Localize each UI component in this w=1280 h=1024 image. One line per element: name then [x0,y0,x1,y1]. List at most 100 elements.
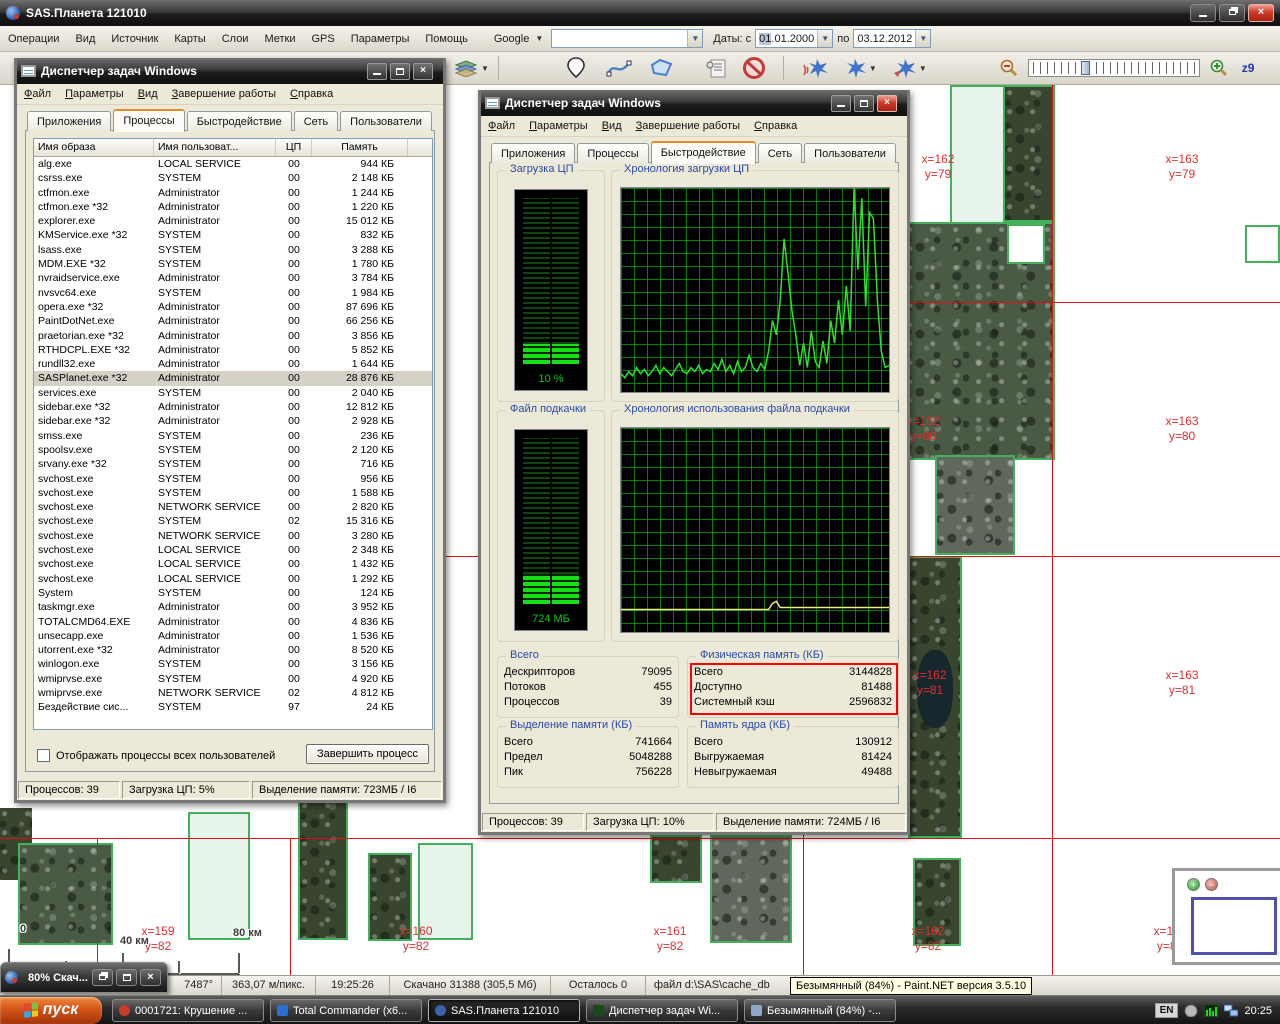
process-row[interactable]: TOTALCMD64.EXEAdministrator004 836 КБ [34,615,432,629]
menu-item-операции[interactable]: Операции [0,29,67,49]
process-row[interactable]: svchost.exeSYSTEM00956 КБ [34,472,432,486]
window-titlebar[interactable]: Диспетчер задач Windows × [17,58,443,84]
maximize-button[interactable] [116,969,137,986]
taskbar-button[interactable]: Total Commander (x6... [270,999,422,1022]
process-row[interactable]: wmiprvse.exeSYSTEM004 920 КБ [34,672,432,686]
tab-сеть[interactable]: Сеть [294,111,338,131]
search-engine-label[interactable]: Google [494,33,529,45]
tab-процессы[interactable]: Процессы [577,143,648,163]
taskbar-button[interactable]: SAS.Планета 121010 [428,999,580,1022]
zoom-out-button[interactable] [996,55,1022,81]
download-progress-window[interactable]: 80% Скач... × [0,962,168,993]
process-row[interactable]: KMService.exe *32SYSTEM00832 КБ [34,228,432,242]
menu-item-параметры[interactable]: Параметры [522,117,595,135]
gps-connect-button[interactable] [800,55,832,81]
menu-item-вид[interactable]: Вид [595,117,629,135]
chevron-down-icon[interactable]: ▼ [869,64,877,73]
menu-item-справка[interactable]: Справка [747,117,804,135]
zoom-slider[interactable] [1028,59,1200,77]
process-row[interactable]: nvsvc64.exeSYSTEM001 984 КБ [34,286,432,300]
volume-tray-icon[interactable] [1184,1004,1198,1017]
maximize-button[interactable] [854,95,874,112]
tab-процессы[interactable]: Процессы [113,109,184,132]
process-row[interactable]: sidebar.exe *32Administrator002 928 КБ [34,414,432,428]
process-row[interactable]: services.exeSYSTEM002 040 КБ [34,386,432,400]
menu-item-источник[interactable]: Источник [103,29,166,49]
route-button[interactable] [603,55,635,81]
tab-пользователи[interactable]: Пользователи [340,111,432,131]
overview-minimap[interactable]: + − [1172,868,1280,965]
process-row[interactable]: explorer.exeAdministrator0015 012 КБ [34,214,432,228]
process-row[interactable]: nvraidservice.exeAdministrator003 784 КБ [34,271,432,285]
date-from-dropdown-icon[interactable]: ▼ [817,30,832,47]
gps-track-button[interactable]: ▼ [840,55,880,81]
close-button[interactable]: × [140,969,161,986]
restore-button[interactable] [1219,4,1245,22]
process-row[interactable]: praetorian.exe *32Administrator003 856 К… [34,329,432,343]
taskbar-button[interactable]: 0001721: Крушение ... [112,999,264,1022]
process-row[interactable]: rundll32.exeAdministrator001 644 КБ [34,357,432,371]
cpu-meter-tray-icon[interactable] [1204,1004,1218,1017]
minimize-button[interactable] [367,63,387,80]
minimap-zoom-out-button[interactable]: − [1205,878,1218,891]
language-indicator[interactable]: EN [1155,1003,1179,1018]
menu-item-вид[interactable]: Вид [131,85,165,103]
process-row[interactable]: RTHDCPL.EXE *32Administrator005 852 КБ [34,343,432,357]
chevron-down-icon[interactable]: ▼ [481,64,489,73]
minimize-button[interactable] [1190,4,1216,22]
minimap-viewport-rect[interactable] [1191,897,1277,955]
tab-сеть[interactable]: Сеть [758,143,802,163]
column-header-0[interactable]: Имя образа [34,139,154,156]
process-row[interactable]: wmiprvse.exeNETWORK SERVICE024 812 КБ [34,686,432,700]
restore-button[interactable] [92,969,113,986]
menu-item-файл[interactable]: Файл [17,85,58,103]
menu-item-параметры[interactable]: Параметры [58,85,131,103]
process-row[interactable]: SASPlanet.exe *32Administrator0028 876 К… [34,371,432,385]
search-dropdown-icon[interactable]: ▼ [687,30,702,47]
process-row[interactable]: unsecapp.exeAdministrator001 536 КБ [34,629,432,643]
process-row[interactable]: alg.exeLOCAL SERVICE00944 КБ [34,157,432,171]
process-row[interactable]: Бездействие сис...SYSTEM9724 КБ [34,700,432,714]
maximize-button[interactable] [390,63,410,80]
process-row[interactable]: svchost.exeSYSTEM001 588 КБ [34,486,432,500]
process-row[interactable]: opera.exe *32Administrator0087 696 КБ [34,300,432,314]
process-table-header[interactable]: Имя образаИмя пользоват...ЦППамять [34,139,432,157]
process-table[interactable]: Имя образаИмя пользоват...ЦППамять alg.e… [33,138,433,730]
column-header-2[interactable]: ЦП [276,139,312,156]
search-engine-dropdown-icon[interactable]: ▼ [535,34,543,43]
minimize-button[interactable] [831,95,851,112]
process-row[interactable]: csrss.exeSYSTEM002 148 КБ [34,171,432,185]
map-layers-button[interactable]: ▼ [450,55,492,81]
process-row[interactable]: svchost.exeNETWORK SERVICE003 280 КБ [34,529,432,543]
process-row[interactable]: PaintDotNet.exeAdministrator0066 256 КБ [34,314,432,328]
show-all-users-checkbox[interactable] [37,749,50,762]
process-row[interactable]: svchost.exeNETWORK SERVICE002 820 КБ [34,500,432,514]
tab-пользователи[interactable]: Пользователи [804,143,896,163]
process-row[interactable]: MDM.EXE *32SYSTEM001 780 КБ [34,257,432,271]
menu-item-завершение работы[interactable]: Завершение работы [629,117,747,135]
menu-item-gps[interactable]: GPS [304,29,343,49]
zoom-in-button[interactable] [1206,55,1232,81]
menu-item-слои[interactable]: Слои [214,29,257,49]
process-row[interactable]: svchost.exeLOCAL SERVICE001 292 КБ [34,572,432,586]
start-button[interactable]: пуск [0,997,102,1024]
process-row[interactable]: sidebar.exe *32Administrator0012 812 КБ [34,400,432,414]
polygon-select-button[interactable] [645,55,677,81]
placemark-manager-button[interactable] [703,55,731,81]
process-row[interactable]: lsass.exeSYSTEM003 288 КБ [34,243,432,257]
taskbar-button[interactable]: Диспетчер задач Wi... [586,999,738,1022]
tab-приложения[interactable]: Приложения [491,143,575,163]
process-row[interactable]: spoolsv.exeSYSTEM002 120 КБ [34,443,432,457]
gps-position-button[interactable]: ▼ [888,55,930,81]
clock[interactable]: 20:25 [1244,1005,1272,1017]
date-to-field[interactable]: 03.12.2012 ▼ [853,29,931,48]
menu-item-завершение работы[interactable]: Завершение работы [165,85,283,103]
chevron-down-icon[interactable]: ▼ [919,64,927,73]
close-button[interactable]: × [413,63,433,80]
process-row[interactable]: ctfmon.exe *32Administrator001 220 КБ [34,200,432,214]
process-row[interactable]: taskmgr.exeAdministrator003 952 КБ [34,600,432,614]
minimap-zoom-in-button[interactable]: + [1187,878,1200,891]
end-process-button[interactable]: Завершить процесс [306,744,429,764]
menu-item-карты[interactable]: Карты [166,29,213,49]
menu-item-файл[interactable]: Файл [481,117,522,135]
